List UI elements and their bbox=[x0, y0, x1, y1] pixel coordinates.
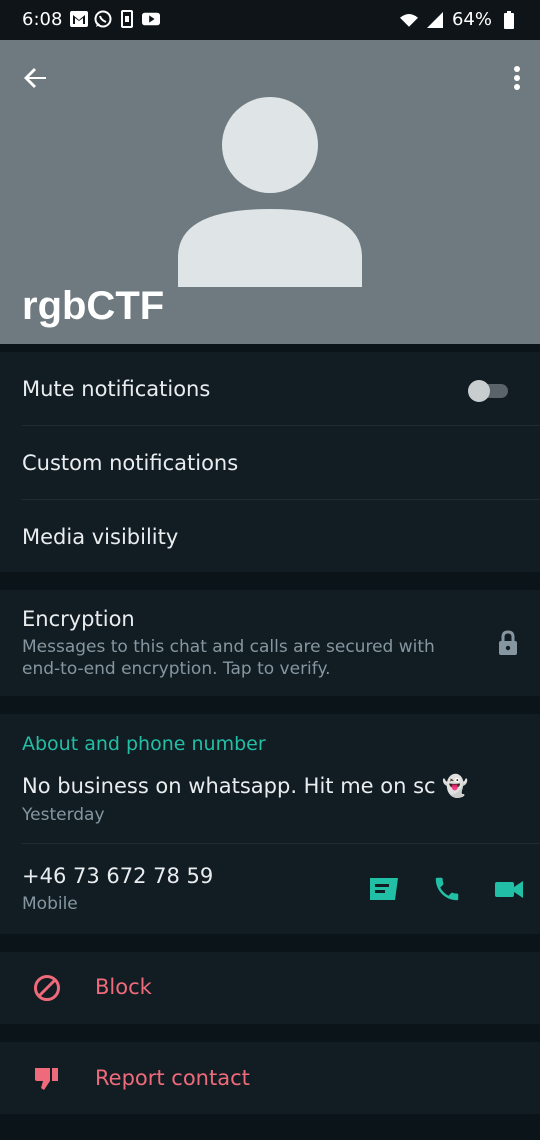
voice-call-button[interactable] bbox=[432, 874, 462, 904]
phone-type: Mobile bbox=[22, 894, 78, 914]
report-row[interactable] bbox=[0, 1042, 540, 1114]
videocam-icon bbox=[495, 881, 523, 898]
youtube-icon bbox=[142, 10, 160, 28]
arrow-left-icon bbox=[24, 68, 46, 88]
signal-icon bbox=[426, 11, 444, 29]
custom-notifications-label: Custom notifications bbox=[22, 451, 239, 475]
block-icon bbox=[33, 974, 61, 1002]
status-time: 6:08 bbox=[22, 9, 63, 30]
toggle-thumb bbox=[468, 380, 490, 402]
about-row[interactable] bbox=[0, 760, 540, 842]
media-visibility-label: Media visibility bbox=[22, 525, 179, 549]
block-row[interactable] bbox=[0, 952, 540, 1024]
custom-notifications-row[interactable]: Custom notifications bbox=[0, 426, 540, 499]
gmail-icon bbox=[70, 10, 88, 28]
wifi-icon: x bbox=[399, 11, 418, 29]
encryption-description: Messages to this chat and calls are secu… bbox=[22, 637, 435, 679]
person-icon bbox=[178, 97, 362, 287]
encryption-title: Encryption bbox=[22, 607, 135, 631]
block-label: Block bbox=[95, 975, 152, 999]
more-vert-icon bbox=[514, 66, 520, 90]
video-call-button[interactable] bbox=[494, 874, 524, 904]
message-icon bbox=[370, 878, 398, 900]
message-button[interactable] bbox=[369, 874, 399, 904]
about-heading: About and phone number bbox=[22, 733, 266, 755]
svg-text:x: x bbox=[413, 14, 417, 21]
about-text: No business on whatsapp. Hit me on sc 👻 bbox=[22, 774, 469, 798]
report-contact-label: Report contact bbox=[95, 1066, 250, 1090]
contact-name: rgbCTF bbox=[22, 284, 165, 328]
battery-icon bbox=[500, 10, 518, 29]
more-options-button[interactable] bbox=[512, 64, 522, 92]
lock-icon bbox=[498, 630, 518, 656]
mute-notifications-label: Mute notifications bbox=[22, 377, 211, 401]
profile-header: rgbCTF bbox=[0, 40, 540, 344]
phone-number: +46 73 672 78 59 bbox=[22, 864, 214, 888]
whatsapp-icon bbox=[94, 10, 112, 28]
mute-notifications-row[interactable]: Mute notifications bbox=[0, 352, 540, 425]
phone-icon bbox=[435, 877, 459, 901]
sim-icon bbox=[118, 10, 136, 28]
back-button[interactable] bbox=[22, 64, 50, 92]
about-date: Yesterday bbox=[22, 805, 105, 825]
media-visibility-row[interactable]: Media visibility bbox=[0, 500, 540, 572]
battery-level: 64% bbox=[451, 9, 492, 30]
mute-toggle[interactable] bbox=[468, 380, 508, 402]
thumb-down-icon bbox=[33, 1065, 61, 1093]
avatar[interactable] bbox=[178, 97, 362, 287]
status-bar: 6:08 x 64% bbox=[0, 0, 540, 40]
